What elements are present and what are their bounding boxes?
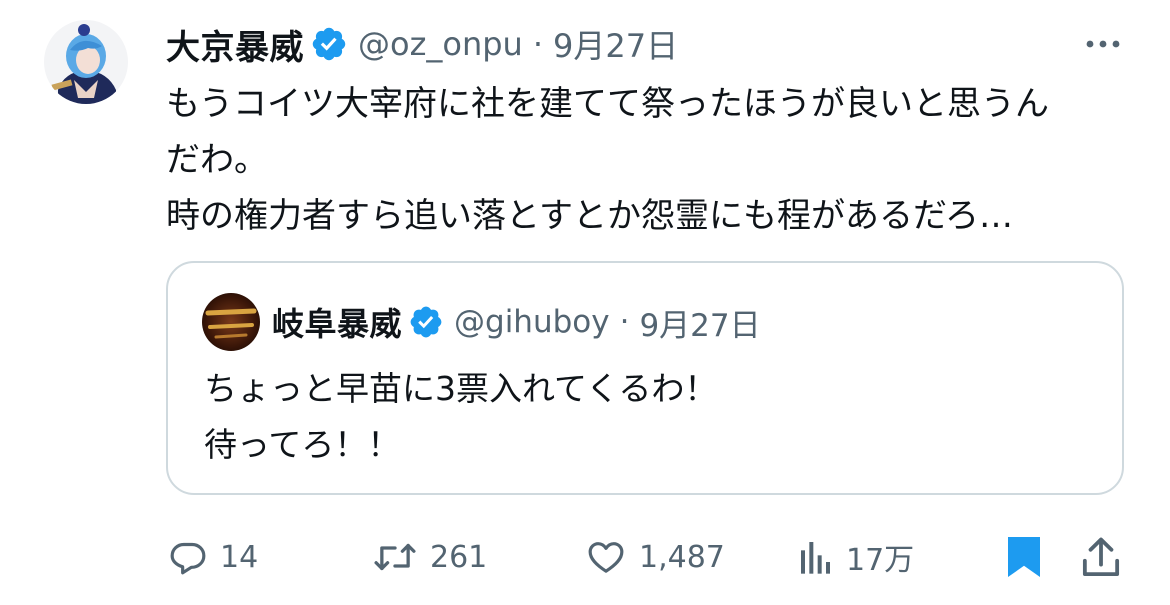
retweet-count: 261 bbox=[430, 539, 488, 575]
reply-icon bbox=[168, 537, 208, 577]
retweet-button[interactable]: 261 bbox=[372, 530, 487, 584]
quoted-tweet-text: ちょっと早苗に3票入れてくるわ！ 待ってろ！！ bbox=[204, 361, 717, 473]
share-button[interactable] bbox=[1082, 530, 1120, 584]
views-button[interactable]: 17万 bbox=[798, 530, 914, 584]
tweet-text: もうコイツ大宰府に社を建てて祭ったほうが良いと思うん だわ。 時の権力者すら追い… bbox=[166, 76, 1116, 244]
views-count: 17万 bbox=[846, 543, 915, 578]
bookmark-icon bbox=[1006, 535, 1042, 579]
verified-badge-icon[interactable] bbox=[408, 304, 444, 340]
author-avatar[interactable] bbox=[44, 20, 128, 104]
verified-badge-icon[interactable] bbox=[310, 25, 348, 63]
bookmark-button[interactable] bbox=[1006, 530, 1042, 584]
author-avatar-image bbox=[44, 20, 128, 104]
quoted-author-display-name[interactable]: 岐阜暴威 bbox=[272, 299, 402, 345]
like-count: 1,487 bbox=[639, 539, 725, 575]
quoted-text-line: 待ってろ！！ bbox=[204, 425, 401, 464]
quoted-tweet-date[interactable]: 9月27日 bbox=[639, 300, 760, 345]
like-button[interactable]: 1,487 bbox=[585, 530, 725, 584]
tweet-header: 大京暴威 @oz_onpu · 9月27日 bbox=[166, 18, 678, 70]
quoted-text-line: ちょっと早苗に3票入れてくるわ！ bbox=[204, 369, 718, 408]
tweet-text-line: もうコイツ大宰府に社を建てて祭ったほうが良いと思うん bbox=[166, 84, 1049, 124]
share-icon bbox=[1082, 536, 1120, 578]
header-separator: · bbox=[532, 25, 543, 63]
tweet-action-bar: 14 261 1,487 17万 bbox=[0, 530, 1170, 584]
tweet-date[interactable]: 9月27日 bbox=[553, 21, 678, 67]
tweet-text-line: だわ。 bbox=[166, 140, 268, 180]
quoted-author-handle[interactable]: @gihuboy bbox=[454, 304, 610, 340]
retweet-icon bbox=[372, 537, 418, 577]
tweet-text-line: 時の権力者すら追い落とすとか怨霊にも程があるだろ… bbox=[166, 196, 1013, 236]
reply-count: 14 bbox=[220, 539, 259, 575]
author-handle[interactable]: @oz_onpu bbox=[358, 25, 523, 63]
reply-button[interactable]: 14 bbox=[168, 530, 258, 584]
author-display-name[interactable]: 大京暴威 bbox=[166, 20, 304, 69]
quoted-author-avatar[interactable] bbox=[202, 293, 260, 351]
more-options-icon[interactable] bbox=[1084, 34, 1122, 54]
quoted-header-separator: · bbox=[619, 304, 630, 340]
views-icon bbox=[798, 537, 834, 577]
quoted-tweet-header: 岐阜暴威 @gihuboy · 9月27日 bbox=[272, 297, 761, 347]
quoted-author-avatar-image bbox=[202, 293, 260, 351]
quoted-tweet-card[interactable]: 岐阜暴威 @gihuboy · 9月27日 ちょっと早苗に3票入れてくるわ！ 待… bbox=[166, 261, 1124, 495]
heart-icon bbox=[585, 537, 627, 577]
